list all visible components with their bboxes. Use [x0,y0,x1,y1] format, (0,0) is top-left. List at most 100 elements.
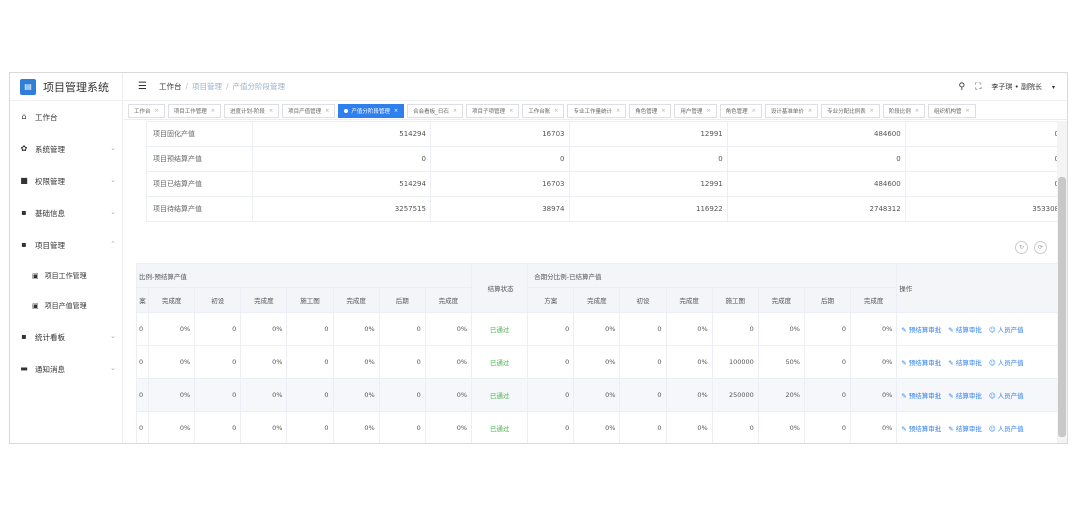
breadcrumb-item[interactable]: 项目管理 [192,81,222,92]
close-icon[interactable]: × [269,108,273,114]
sidebar-item-notice[interactable]: ▬ 通知消息 ⌄ [10,353,122,385]
close-icon[interactable]: × [661,108,665,114]
table-cell: 0 [286,345,334,379]
menu-toggle-icon[interactable]: ☰ [138,81,147,92]
close-icon[interactable]: × [155,108,159,114]
close-icon[interactable]: × [554,108,558,114]
column-header: 完成度 [757,287,805,313]
staff-output-link[interactable]: ☺ 人员产值 [989,392,1024,400]
sidebar-item-label: 基础信息 [35,208,65,218]
tab-item[interactable]: 角色管理 × [719,103,762,118]
tab-label: 合会看板_日石 [413,108,449,115]
edit-icon: ✎ [948,359,956,367]
table-cell: 0% [240,345,288,379]
staff-output-link[interactable]: ☺ 人员产值 [989,326,1024,334]
tab-item[interactable]: 设计基准单价 × [764,103,819,118]
sidebar-subitem-project-output[interactable]: ▣ 项目产值管理 [10,291,122,321]
sidebar-item-workbench[interactable]: ⌂ 工作台 [10,101,122,133]
tab-item[interactable]: 项目子项管理 × [466,103,520,118]
settlement-approval-link[interactable]: ✎ 结算审批 [948,359,982,367]
tab-item[interactable]: 阶段比例 × [882,103,926,118]
tab-item[interactable]: 进度计划-阶段 × [223,103,280,118]
sidebar-subitem-project-work[interactable]: ▣ 项目工作管理 [10,261,122,291]
tab-item[interactable]: 合会看板_日石 × [407,103,464,118]
staff-output-link[interactable]: ☺ 人员产值 [989,359,1024,367]
search-icon[interactable]: ⚲ [958,82,965,92]
sidebar-item-stats[interactable]: ▪ 统计看板 ⌄ [10,321,122,353]
close-icon[interactable]: × [915,108,919,114]
column-header: 完成度 [424,287,473,313]
table-cell: 0 [527,411,575,443]
table-cell: 0% [332,411,380,443]
tab-item[interactable]: 用户管理 × [674,103,717,118]
close-icon[interactable]: × [966,108,970,114]
column-header: 初设 [194,287,242,313]
user-icon: ☺ [988,326,998,334]
tab-label: 工作台账 [528,108,551,115]
table-cell: 0 [286,378,334,412]
sidebar-item-project[interactable]: ▪ 项目管理 ⌃ [10,229,122,261]
summary-row: 项目预结算产值00000 [146,146,1065,172]
chevron-down-icon: ⌄ [110,208,116,216]
tab-item[interactable]: 工作台账 × [522,103,565,118]
tab-item[interactable]: 专业分配比例表 × [821,103,880,118]
user-icon: ☺ [988,392,998,400]
table-cell: 0% [573,312,621,346]
user-menu[interactable]: 李子琪 • 副院长 [991,82,1042,92]
close-icon[interactable]: × [394,108,398,114]
pre-settlement-approval-link[interactable]: ✎ 预结算审批 [901,425,941,433]
vertical-scrollbar[interactable] [1057,121,1067,443]
table-cell: 0% [424,345,473,379]
folder-icon: ▪ [21,240,27,249]
tab-item[interactable]: 组织机构管 × [928,103,976,118]
close-icon[interactable]: × [616,108,620,114]
fullscreen-icon[interactable]: ⛶ [975,82,981,92]
column-header: 方案 [527,287,575,313]
close-icon[interactable]: × [325,108,329,114]
settings-button[interactable]: ⟳ [1034,241,1047,254]
chevron-down-icon[interactable]: ▾ [1052,84,1055,91]
edit-icon: ✎ [901,425,909,433]
tab-item[interactable]: 角色管理 × [629,103,672,118]
refresh-button[interactable]: ↻ [1015,241,1028,254]
pre-settlement-approval-link[interactable]: ✎ 预结算审批 [901,392,941,400]
close-icon[interactable]: × [808,108,812,114]
staff-output-link[interactable]: ☺ 人员产值 [989,425,1024,433]
app-title: 项目管理系统 [43,80,109,94]
action-label: 预结算审批 [908,392,942,400]
settlement-approval-link[interactable]: ✎ 结算审批 [948,425,982,433]
table-cell: 0% [332,312,380,346]
tab-item[interactable]: 项目工作管理 × [167,103,221,118]
tab-bar: 工作台 × 项目工作管理 × 进度计划-阶段 × 项目产值管理 × 产值分阶段管理 × 合会看板_日… [124,102,1067,120]
close-icon[interactable]: × [706,108,710,114]
status-badge: 已通过 [471,378,529,412]
scrollbar-thumb[interactable] [1058,177,1066,437]
table-row: 0 0% 0 0% 0 0% 0 0% 已通过 0 0% 0 0% 0 0% 0 0% ✎ 预结算审批 ✎ 结算审批… [135,411,1066,443]
sidebar-item-permission[interactable]: ■ 权限管理 ⌄ [10,165,122,197]
tab-label: 用户管理 [680,108,703,115]
pre-settlement-approval-link[interactable]: ✎ 预结算审批 [901,326,941,334]
tab-item[interactable]: 专业工作量统计 × [567,103,627,118]
tab-label: 产值分阶段管理 [351,108,390,115]
column-header: 施工图 [711,287,759,313]
sidebar-item-system[interactable]: ✿ 系统管理 ⌄ [10,133,122,165]
breadcrumb-item[interactable]: 产值分阶段管理 [233,81,286,92]
close-icon[interactable]: × [453,108,457,114]
settlement-approval-link[interactable]: ✎ 结算审批 [948,392,982,400]
action-label: 结算审批 [955,392,982,400]
close-icon[interactable]: × [211,108,215,114]
close-icon[interactable]: × [870,108,874,114]
table-cell: 0 [135,345,150,379]
breadcrumb-separator: / [226,82,229,91]
tab-item[interactable]: 产值分阶段管理 × [338,103,405,118]
settlement-approval-link[interactable]: ✎ 结算审批 [948,326,982,334]
tab-item[interactable]: 项目产值管理 × [282,103,336,118]
sidebar-item-label: 权限管理 [35,176,65,186]
tab-label: 组织机构管 [934,108,962,115]
pre-settlement-approval-link[interactable]: ✎ 预结算审批 [901,359,941,367]
close-icon[interactable]: × [752,108,756,114]
breadcrumb-item[interactable]: 工作台 [159,81,182,92]
close-icon[interactable]: × [509,108,513,114]
sidebar-item-basic-info[interactable]: ▪ 基础信息 ⌄ [10,197,122,229]
tab-item[interactable]: 工作台 × [128,103,165,118]
